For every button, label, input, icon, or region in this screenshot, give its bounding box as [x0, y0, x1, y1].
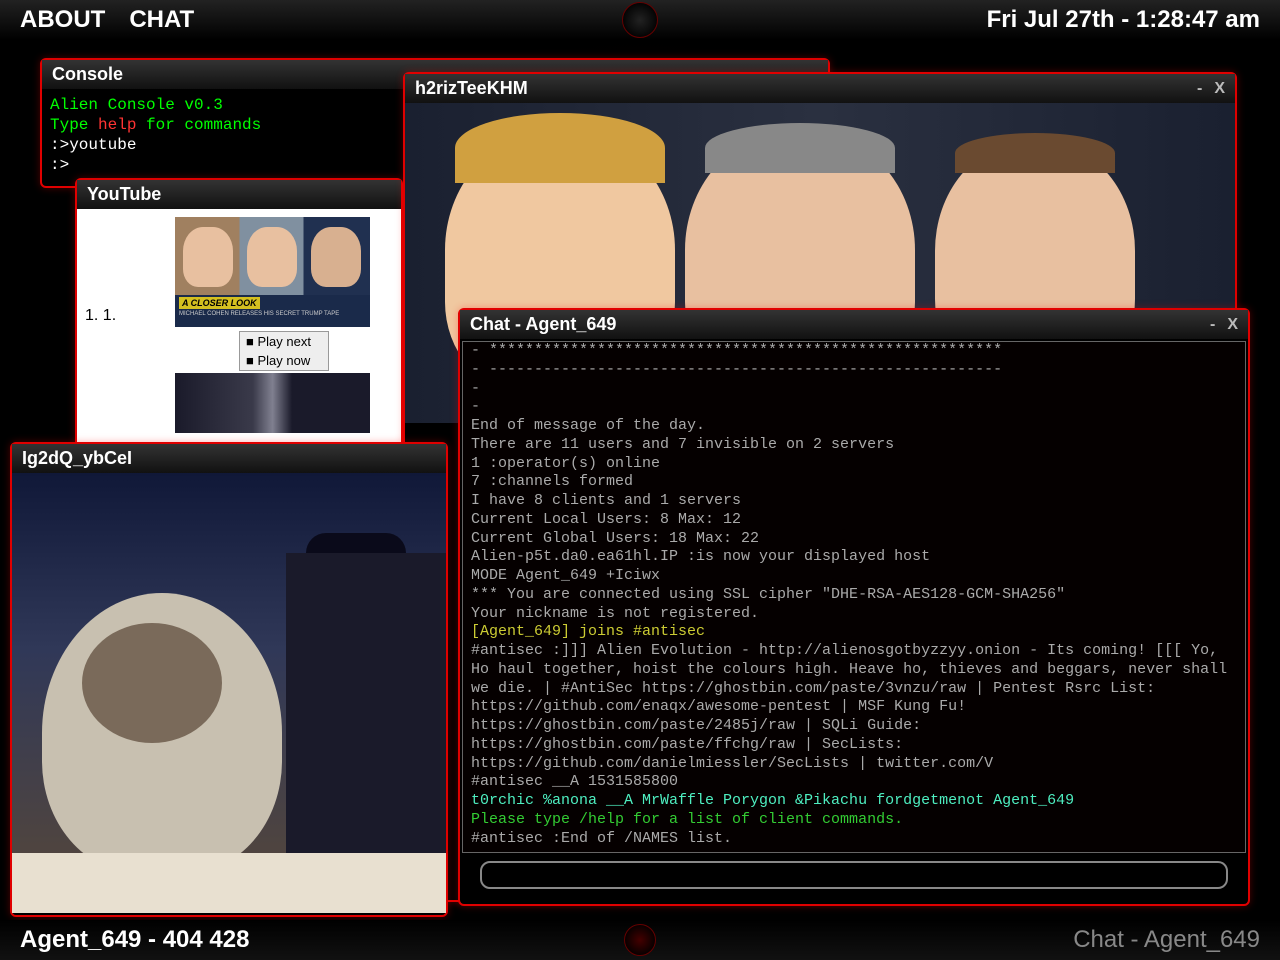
close-button[interactable]: X — [1214, 80, 1225, 98]
video2-content[interactable] — [12, 473, 446, 913]
chat-line: I have 8 clients and 1 servers — [471, 492, 1237, 511]
chat-line: #antisec __A 1531585800 — [471, 773, 1237, 792]
console-line: for commands — [136, 116, 261, 134]
chat-title: Chat - Agent_649 — [470, 314, 616, 335]
chat-line: Please type /help for a list of client c… — [471, 811, 1237, 830]
youtube-body: 1. 1. A CLOSER LOOK MICHAEL COHEN RELEAS… — [77, 209, 401, 454]
youtube-title: YouTube — [87, 184, 161, 205]
chat-line: - **************************************… — [471, 342, 1237, 361]
chat-line: #antisec :]]] Alien Evolution - http://a… — [471, 642, 1237, 773]
thumb-banner-title: A CLOSER LOOK — [179, 297, 260, 309]
main-video-title: h2rizTeeKHM — [415, 78, 528, 99]
clock: Fri Jul 27th - 1:28:47 am — [987, 6, 1260, 34]
chat-line: *** You are connected using SSL cipher "… — [471, 586, 1237, 605]
console-help-word: help — [98, 116, 136, 134]
minimize-button[interactable]: - — [1197, 80, 1202, 98]
console-line: Alien Console v0.3 — [50, 96, 223, 114]
chat-close-button[interactable]: X — [1227, 316, 1238, 334]
thumb-banner-sub: MICHAEL COHEN RELEASES HIS SECRET TRUMP … — [179, 311, 339, 317]
chat-line: Current Local Users: 8 Max: 12 — [471, 511, 1237, 530]
menu-play-now[interactable]: ■ Play now — [240, 351, 328, 370]
main-video-titlebar[interactable]: h2rizTeeKHM - X — [405, 74, 1235, 103]
chat-line: 1 :operator(s) online — [471, 455, 1237, 474]
status-right[interactable]: Chat - Agent_649 — [1073, 926, 1260, 954]
chat-line: Alien-p5t.da0.ea61hl.IP :is now your dis… — [471, 548, 1237, 567]
chat-log[interactable]: - **************************************… — [462, 341, 1246, 853]
topbar: ABOUT CHAT Fri Jul 27th - 1:28:47 am — [0, 0, 1280, 40]
youtube-thumbnail[interactable]: A CLOSER LOOK MICHAEL COHEN RELEASES HIS… — [175, 217, 370, 327]
video2-window[interactable]: Ig2dQ_ybCeI — [10, 442, 448, 917]
chat-line: - --------------------------------------… — [471, 361, 1237, 380]
console-line: Type — [50, 116, 98, 134]
chat-input[interactable] — [480, 861, 1228, 889]
chat-line: Current Global Users: 18 Max: 22 — [471, 530, 1237, 549]
chat-line: [Agent_649] joins #antisec — [471, 623, 1237, 642]
console-title: Console — [52, 64, 123, 85]
youtube-window[interactable]: YouTube 1. 1. A CLOSER LOOK MICHAEL COHE… — [75, 178, 403, 455]
bottombar: Agent_649 - 404 428 Chat - Agent_649 — [0, 920, 1280, 960]
nav-about[interactable]: ABOUT — [20, 6, 105, 34]
status-left: Agent_649 - 404 428 — [20, 926, 249, 954]
youtube-list-nums: 1. 1. — [85, 217, 175, 446]
console-input-echo: :>youtube — [50, 136, 136, 154]
menu-play-next[interactable]: ■ Play next — [240, 332, 328, 351]
chat-line: #antisec :End of /NAMES list. — [471, 830, 1237, 849]
youtube-context-menu: ■ Play next ■ Play now — [239, 331, 329, 371]
youtube-titlebar[interactable]: YouTube — [77, 180, 401, 209]
chat-window[interactable]: Chat - Agent_649 - X - *****************… — [458, 308, 1250, 906]
chat-minimize-button[interactable]: - — [1210, 316, 1215, 334]
youtube-thumbnail-2[interactable] — [175, 373, 370, 433]
alien-emblem-icon — [622, 2, 658, 38]
chat-line: There are 11 users and 7 invisible on 2 … — [471, 436, 1237, 455]
bottom-emblem-icon — [624, 924, 656, 956]
chat-line: 7 :channels formed — [471, 473, 1237, 492]
chat-line: t0rchic %anona __A MrWaffle Porygon &Pik… — [471, 792, 1237, 811]
chat-line: Your nickname is not registered. — [471, 605, 1237, 624]
chat-line: - — [471, 380, 1237, 399]
chat-titlebar[interactable]: Chat - Agent_649 - X — [460, 310, 1248, 339]
chat-line: - — [471, 398, 1237, 417]
chat-line: MODE Agent_649 +Iciwx — [471, 567, 1237, 586]
chat-line: End of message of the day. — [471, 417, 1237, 436]
video2-title: Ig2dQ_ybCeI — [22, 448, 132, 469]
console-prompt: :> — [50, 156, 69, 174]
nav-chat[interactable]: CHAT — [129, 6, 194, 34]
video2-titlebar[interactable]: Ig2dQ_ybCeI — [12, 444, 446, 473]
